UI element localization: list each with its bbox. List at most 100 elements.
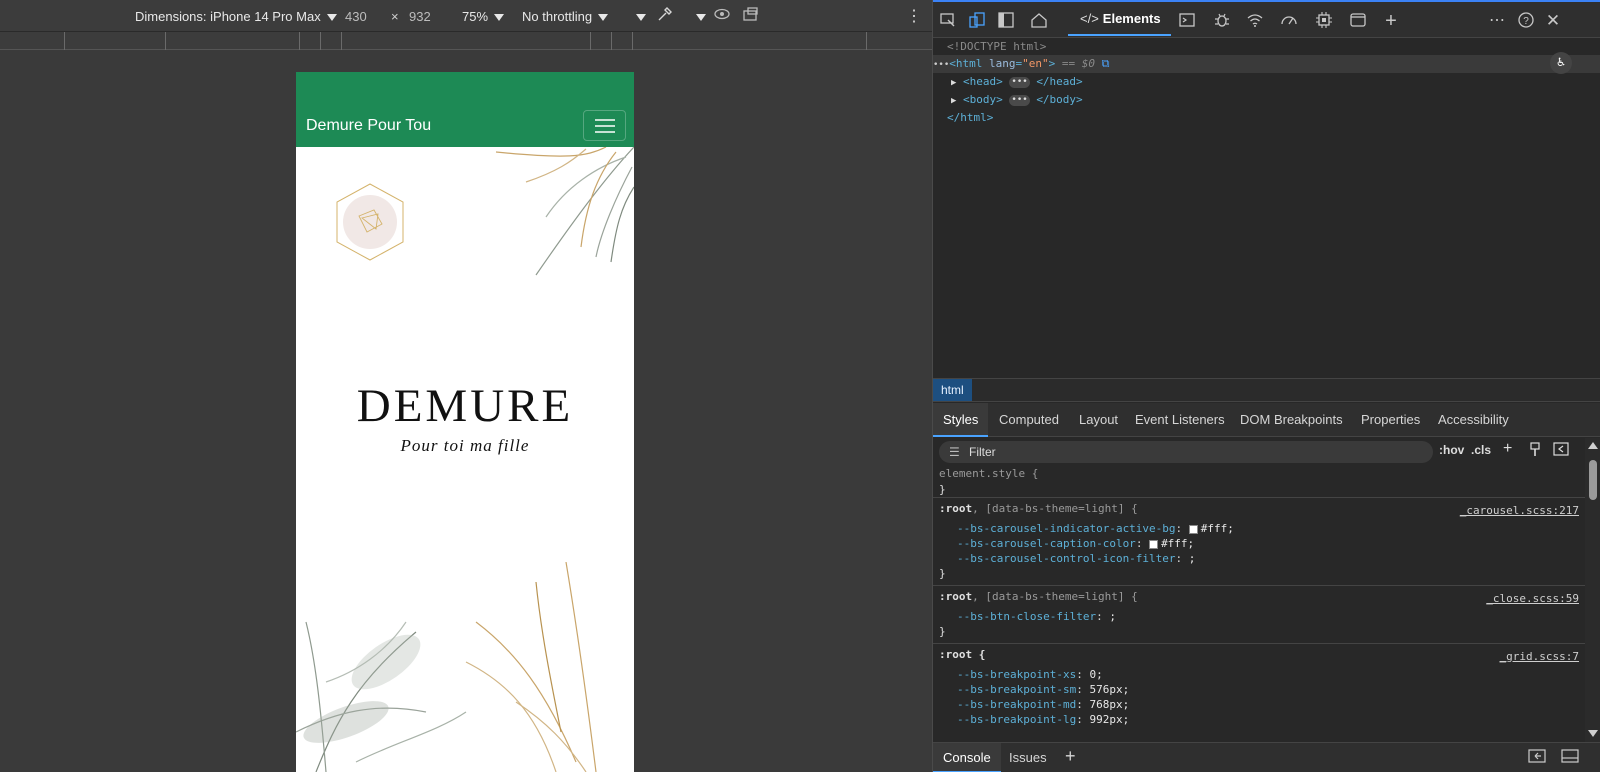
add-tab-icon[interactable]: + — [1381, 11, 1401, 31]
throttling-select[interactable]: No throttling — [522, 9, 609, 24]
css-declaration[interactable]: --bs-breakpoint-xs: 0; — [957, 667, 1103, 683]
tab-elements-label: Elements — [1102, 11, 1161, 26]
application-icon[interactable] — [1348, 11, 1368, 31]
width-input[interactable]: 430 — [345, 9, 367, 24]
scroll-thumb[interactable] — [1589, 460, 1597, 500]
tab-dom-breakpoints[interactable]: DOM Breakpoints — [1230, 403, 1353, 437]
eye-icon[interactable] — [713, 6, 731, 25]
tab-styles[interactable]: Styles — [933, 403, 989, 437]
filter-placeholder: Filter — [969, 445, 996, 459]
html-attr-value: "en" — [1022, 57, 1049, 70]
breadcrumb-html[interactable]: html — [933, 379, 972, 401]
height-input[interactable]: 932 — [409, 9, 431, 24]
css-prop-name: --bs-breakpoint-xs — [957, 668, 1077, 681]
dom-node-html[interactable]: •••<html lang="en"> == $0 ⧉ — [933, 55, 1600, 73]
dom-node-head[interactable]: ▶ <head> ••• </head> — [951, 73, 1083, 91]
css-prop-name: --bs-carousel-indicator-active-bg — [957, 522, 1176, 535]
console-icon[interactable] — [1177, 11, 1197, 31]
paint-brush-icon[interactable] — [1528, 442, 1542, 461]
selector-root: :root — [939, 590, 973, 603]
accessibility-icon[interactable]: ♿ — [1550, 52, 1572, 74]
tab-properties[interactable]: Properties — [1351, 403, 1430, 437]
bug-icon[interactable] — [1212, 11, 1232, 31]
tab-layout[interactable]: Layout — [1069, 403, 1128, 437]
css-declaration[interactable]: --bs-breakpoint-sm: 576px; — [957, 682, 1129, 698]
html-attr-name: lang — [989, 57, 1016, 70]
link-icon: ⧉ — [1101, 57, 1110, 70]
rule-carousel[interactable]: :root, [data-bs-theme=light] { _carousel… — [933, 498, 1585, 586]
collapsed-dots-icon[interactable]: ••• — [1009, 76, 1030, 88]
dock-side-icon[interactable] — [996, 11, 1016, 31]
source-link-carousel[interactable]: _carousel.scss:217 — [1460, 503, 1579, 519]
rule-grid[interactable]: :root { _grid.scss:7 --bs-breakpoint-xs:… — [933, 644, 1585, 742]
expand-arrow-icon[interactable]: ▶ — [951, 78, 956, 88]
more-tools-icon[interactable]: ⋯ — [1487, 11, 1507, 31]
dom-html-close[interactable]: </html> — [947, 109, 993, 127]
sidebar-toggle-icon[interactable] — [1553, 442, 1569, 459]
collapsed-dots-icon[interactable]: ••• — [1009, 94, 1030, 106]
add-drawer-tab-icon[interactable]: + — [1055, 741, 1086, 771]
tab-issues[interactable]: Issues — [999, 743, 1057, 772]
tab-elements[interactable]: </> Elements — [1068, 2, 1171, 36]
head-open-tag: <head> — [963, 75, 1003, 88]
rotate-icon[interactable] — [742, 6, 760, 25]
close-drawer-icon[interactable] — [1551, 744, 1589, 772]
body-open-tag: <body> — [963, 93, 1003, 106]
memory-chip-icon[interactable] — [1314, 11, 1334, 31]
media-query-ruler — [0, 31, 932, 50]
breadcrumb: html — [933, 378, 1600, 402]
navbar-brand[interactable]: Demure Pour Tou — [306, 117, 431, 135]
source-link-close[interactable]: _close.scss:59 — [1486, 591, 1579, 607]
zoom-select[interactable]: 75% — [462, 9, 505, 24]
tab-computed[interactable]: Computed — [989, 403, 1069, 437]
css-prop-name: --bs-breakpoint-md — [957, 698, 1077, 711]
color-swatch[interactable] — [1149, 539, 1159, 549]
tab-console[interactable]: Console — [933, 743, 1001, 772]
css-prop-name: --bs-carousel-caption-color — [957, 537, 1136, 550]
css-prop-value: 768px; — [1089, 698, 1130, 711]
filter-icon: ☰ — [949, 445, 960, 459]
media-dropdown[interactable] — [690, 9, 706, 24]
rule-element-style[interactable]: element.style { } — [933, 466, 1585, 498]
performance-icon[interactable] — [1279, 11, 1299, 31]
tab-accessibility[interactable]: Accessibility — [1428, 403, 1519, 437]
css-declaration[interactable]: --bs-btn-close-filter: ; — [957, 609, 1116, 625]
new-rule-icon[interactable]: + — [1503, 440, 1512, 458]
device-dimensions-select[interactable]: Dimensions: iPhone 14 Pro Max — [135, 9, 337, 24]
navbar-toggler-button[interactable] — [583, 110, 626, 141]
dom-node-body[interactable]: ▶ <body> ••• </body> — [951, 91, 1083, 109]
code-icon: </> — [1080, 11, 1099, 26]
save-data-dropdown[interactable] — [630, 9, 646, 24]
logo-icon — [336, 183, 404, 261]
device-toggle-icon[interactable] — [967, 11, 987, 31]
styles-scrollbar[interactable] — [1585, 438, 1600, 742]
scroll-down-arrow-icon[interactable] — [1588, 730, 1598, 737]
welcome-home-icon[interactable] — [1029, 11, 1049, 31]
eyedropper-icon[interactable] — [656, 5, 674, 26]
help-icon[interactable]: ? — [1516, 11, 1536, 31]
selector-root: :root { — [939, 648, 986, 661]
css-declaration[interactable]: --bs-breakpoint-md: 768px; — [957, 697, 1129, 713]
source-link-grid[interactable]: _grid.scss:7 — [1500, 649, 1579, 665]
tab-event-listeners[interactable]: Event Listeners — [1125, 403, 1235, 437]
rule-close[interactable]: :root, [data-bs-theme=light] { _close.sc… — [933, 586, 1585, 644]
chevron-down-icon — [696, 14, 706, 22]
color-swatch[interactable] — [1188, 524, 1198, 534]
filter-input[interactable]: ☰ Filter — [939, 441, 1433, 463]
dom-doctype[interactable]: <!DOCTYPE html> — [947, 38, 1046, 56]
css-declaration[interactable]: --bs-carousel-control-icon-filter: ; — [957, 551, 1195, 567]
navbar: Demure Pour Tou — [296, 72, 634, 147]
inspect-icon[interactable] — [938, 11, 958, 31]
css-declaration[interactable]: --bs-carousel-caption-color: #fff; — [957, 536, 1194, 552]
css-declaration[interactable]: --bs-breakpoint-lg: 992px; — [957, 712, 1129, 728]
css-declaration[interactable]: --bs-carousel-indicator-active-bg: #fff; — [957, 521, 1234, 537]
class-toggle[interactable]: .cls — [1471, 443, 1491, 457]
expand-arrow-icon[interactable]: ▶ — [951, 96, 956, 106]
css-prop-name: --bs-carousel-control-icon-filter — [957, 552, 1176, 565]
more-options-icon[interactable]: ⋮ — [906, 6, 922, 26]
hover-state-toggle[interactable]: :hov — [1439, 443, 1464, 457]
scroll-up-arrow-icon[interactable] — [1588, 442, 1598, 449]
wifi-icon[interactable] — [1245, 11, 1265, 31]
css-prop-value: #fff; — [1161, 537, 1195, 550]
close-icon[interactable]: ✕ — [1543, 11, 1563, 31]
